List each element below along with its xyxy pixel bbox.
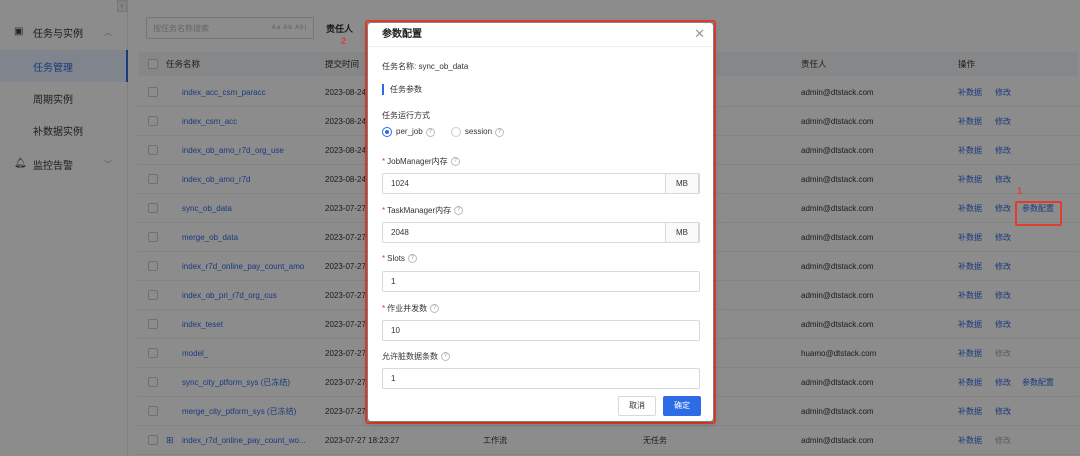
field-label-jobmanager: * JobManager内存? [382, 156, 460, 167]
help-icon[interactable]: ? [495, 127, 505, 137]
annotation-step-1: 1 [1017, 186, 1023, 196]
jobmanager-memory-input[interactable]: 1024 MB [382, 173, 700, 194]
radio-unselected-icon [450, 127, 461, 137]
unit-suffix: MB [665, 222, 699, 243]
help-icon[interactable]: ? [407, 254, 417, 264]
radio-label: session [464, 127, 493, 137]
dirty-data-limit-input[interactable]: 1 [382, 368, 700, 389]
task-name-row: 任务名称: sync_ob_data [382, 61, 468, 72]
field-label-dirty-data: 允许脏数据条数? [382, 351, 450, 362]
cancel-button[interactable]: 取消 [618, 396, 656, 416]
radio-session[interactable]: session? [450, 127, 505, 137]
help-icon[interactable]: ? [450, 157, 460, 167]
unit-suffix: MB [665, 173, 699, 194]
modal-title: 参数配置 [368, 23, 713, 47]
radio-selected-icon [382, 127, 392, 137]
help-icon[interactable]: ? [430, 304, 440, 314]
field-label-slots: * Slots? [382, 254, 417, 264]
annotation-step-2: 2 [341, 36, 347, 46]
highlight-box-param-config [1015, 201, 1062, 226]
field-label-parallelism: * 作业并发数? [382, 303, 440, 314]
help-icon[interactable]: ? [441, 352, 450, 362]
taskmanager-memory-input[interactable]: 2048 MB [382, 222, 700, 243]
run-mode-label: 任务运行方式 [382, 111, 430, 120]
close-icon[interactable]: ✕ [694, 26, 705, 42]
radio-label: per_job [396, 127, 423, 137]
help-icon[interactable]: ? [425, 127, 435, 137]
radio-per-job[interactable]: per_job? [382, 127, 435, 137]
run-mode-radio-group: per_job? session? [382, 127, 505, 137]
section-title: 任务参数 [382, 84, 422, 95]
task-name-value: sync_ob_data [418, 62, 469, 71]
help-icon[interactable]: ? [454, 206, 464, 216]
task-name-label: 任务名称: [382, 62, 417, 71]
slots-input[interactable]: 1 [382, 271, 700, 292]
param-config-modal: 参数配置 ✕ 任务名称: sync_ob_data 任务参数 任务运行方式 pe… [368, 23, 713, 421]
parallelism-input[interactable]: 10 [382, 320, 700, 341]
field-label-taskmanager: * TaskManager内存? [382, 205, 464, 216]
confirm-button[interactable]: 确定 [663, 396, 701, 416]
